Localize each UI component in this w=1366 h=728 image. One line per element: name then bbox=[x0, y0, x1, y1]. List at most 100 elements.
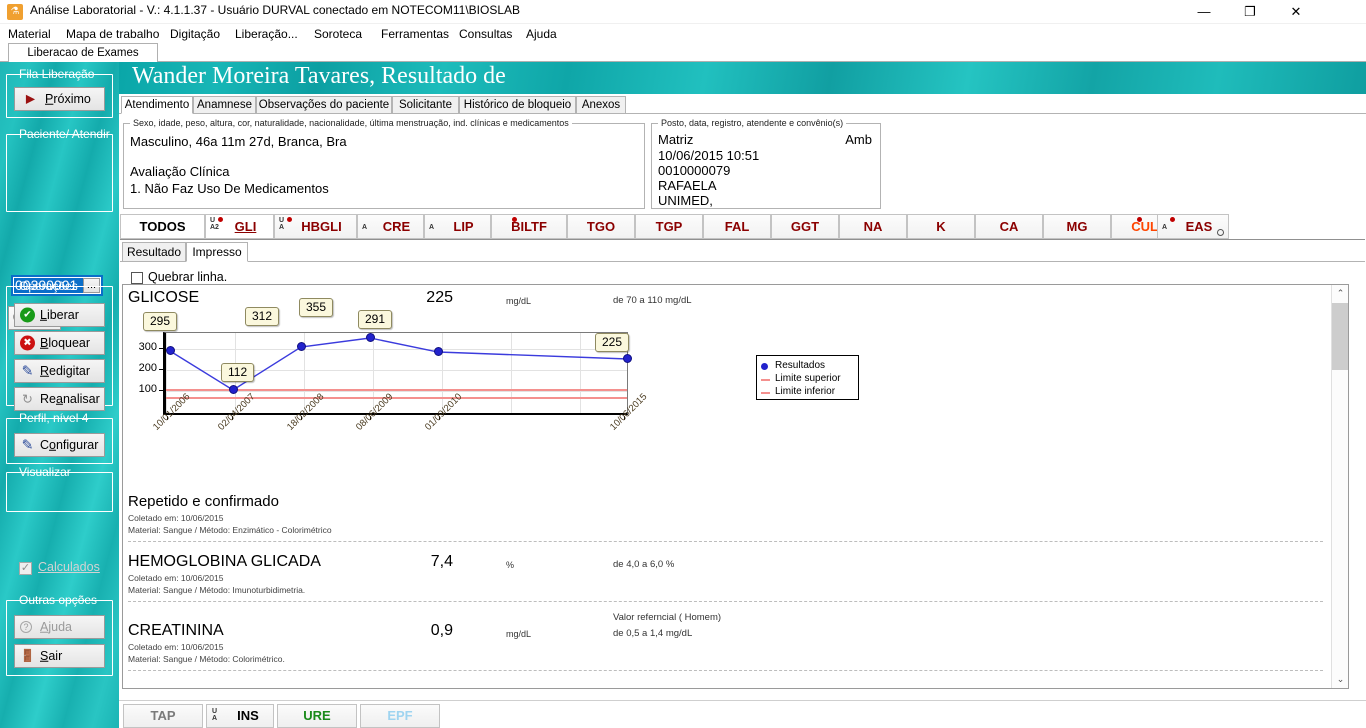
chart-legend: Resultados Limite superior Limite inferi… bbox=[756, 355, 859, 400]
exam-tab-biltf[interactable]: BILTF bbox=[491, 214, 567, 239]
liberar-button[interactable]: ✔ Liberar bbox=[14, 303, 105, 327]
patient-tab-solicitante[interactable]: Solicitante bbox=[392, 96, 459, 114]
ajuda-button-label: Ajuda bbox=[40, 619, 72, 634]
exam-tab-todos[interactable]: TODOS bbox=[120, 214, 205, 239]
proximo-button[interactable]: ▶ Próximo bbox=[14, 87, 105, 111]
sair-button-label: Sair bbox=[40, 648, 63, 663]
exam-tab-fal[interactable]: FAL bbox=[703, 214, 771, 239]
patient-tab-bar: Atendimento Anamnese Observações do pacien… bbox=[119, 96, 1366, 114]
page-title: Wander Moreira Tavares, Resultado de bbox=[132, 63, 506, 89]
chart-callout-2: 312 bbox=[245, 307, 280, 326]
menu-item-material[interactable]: Material bbox=[4, 26, 55, 42]
info-left-line-3: 1. Não Faz Uso De Medicamentos bbox=[130, 181, 329, 196]
calculados-checkbox[interactable]: ✓ bbox=[19, 562, 32, 575]
exam-tab-gli[interactable]: U A2 GLI bbox=[205, 214, 274, 239]
exam-tab-k[interactable]: K bbox=[907, 214, 975, 239]
legend-marker-dot-icon bbox=[761, 363, 768, 370]
result-collected-glicose: Coletado em: 10/06/2015 bbox=[128, 513, 224, 523]
exam-tab-eas[interactable]: A EAS bbox=[1157, 214, 1229, 239]
result-collected-creatinina: Coletado em: 10/06/2015 bbox=[128, 642, 224, 652]
reanalisar-button[interactable]: ↻ Reanalisar bbox=[14, 387, 105, 411]
exam-tab-cre[interactable]: A CRE bbox=[357, 214, 424, 239]
minimize-button[interactable]: — bbox=[1181, 0, 1227, 24]
exam-tab-lip[interactable]: A LIP bbox=[424, 214, 491, 239]
quebrar-linha-checkbox[interactable] bbox=[131, 272, 143, 284]
exam-tab-mg[interactable]: MG bbox=[1043, 214, 1111, 239]
exam-tab-tgp[interactable]: TGP bbox=[635, 214, 703, 239]
scroll-down-arrow-icon[interactable]: ⌄ bbox=[1332, 671, 1348, 688]
menu-item-consultas[interactable]: Consultas bbox=[455, 26, 516, 42]
exam-tab-hbgli[interactable]: U A HBGLI bbox=[274, 214, 357, 239]
result-note-glicose: Repetido e confirmado bbox=[128, 493, 279, 510]
menu-item-soroteca[interactable]: Soroteca bbox=[310, 26, 366, 42]
patient-tab-atendimento[interactable]: Atendimento bbox=[121, 96, 193, 114]
exam-tab-label: HBGLI bbox=[301, 219, 342, 234]
menu-item-libera-o[interactable]: Liberação... bbox=[231, 26, 302, 42]
patient-tab-observa-es-do-paciente[interactable]: Observações do paciente bbox=[256, 96, 392, 114]
result-name-glicose: GLICOSE bbox=[128, 289, 200, 306]
close-button[interactable]: ✕ bbox=[1273, 0, 1319, 24]
menu-item-ajuda[interactable]: Ajuda bbox=[522, 26, 561, 42]
chart-callout-3: 355 bbox=[299, 298, 334, 317]
patient-tab-anamnese[interactable]: Anamnese bbox=[193, 96, 256, 114]
bottom-exam-tab-ure[interactable]: URE bbox=[277, 704, 357, 728]
result-value-glicose: 225 bbox=[426, 289, 453, 306]
configurar-button[interactable]: ✎ Configurar bbox=[14, 433, 105, 457]
y-tick-100: 100 bbox=[138, 383, 157, 395]
patient-tab-hist-rico-de-bloqueio[interactable]: Histórico de bloqueio bbox=[459, 96, 576, 114]
scrollbar-thumb[interactable] bbox=[1332, 303, 1348, 370]
result-ref-heading-creatinina: Valor referncial ( Homem) bbox=[613, 612, 722, 623]
bottom-exam-tab-tap[interactable]: TAP bbox=[123, 704, 203, 728]
exam-tab-ca[interactable]: CA bbox=[975, 214, 1043, 239]
exam-tab-label: MG bbox=[1066, 219, 1088, 234]
pending-circle-icon bbox=[1217, 229, 1224, 236]
exam-tab-ggt[interactable]: GGT bbox=[771, 214, 839, 239]
legend-row-limite-inferior: Limite inferior bbox=[761, 386, 856, 398]
result-value-hbglicada: 7,4 bbox=[430, 553, 453, 570]
bottom-exam-tab-epf[interactable]: EPF bbox=[360, 704, 440, 728]
menu-item-mapa-de-trabalho[interactable]: Mapa de trabalho bbox=[62, 26, 163, 42]
bloquear-button-label: Bloquear bbox=[40, 335, 91, 350]
mdi-tab-strip: Liberacao de Exames bbox=[0, 43, 1366, 62]
exam-tab-label: CA bbox=[999, 219, 1019, 234]
chart-point-1 bbox=[229, 385, 238, 394]
liberar-button-label: Liberar bbox=[40, 307, 79, 322]
patient-tab-anexos[interactable]: Anexos bbox=[576, 96, 626, 114]
result-reference-creatinina: de 0,5 a 1,4 mg/dL bbox=[613, 628, 693, 639]
result-tab-resultado[interactable]: Resultado bbox=[122, 242, 186, 262]
bottom-exam-tab-label: EPF bbox=[387, 708, 413, 723]
results-panel: GLICOSE 225 mg/dL de 70 a 110 mg/dL co G… bbox=[122, 284, 1349, 689]
proximo-button-label: Próximo bbox=[45, 91, 91, 106]
sair-button[interactable]: 🚪 Sair bbox=[14, 644, 105, 668]
result-material-glicose: Material: Sangue / Método: Enzimático - … bbox=[128, 525, 332, 535]
redigitar-button[interactable]: ✎ Redigitar bbox=[14, 359, 105, 383]
exam-tab-label: GLI bbox=[234, 219, 257, 234]
menu-item-digita-o[interactable]: Digitação bbox=[166, 26, 224, 42]
scroll-up-arrow-icon[interactable]: ⌃ bbox=[1332, 285, 1348, 302]
result-unit-glicose: mg/dL bbox=[506, 296, 532, 306]
chart-callout-4: 291 bbox=[358, 310, 393, 329]
y-tick-300: 300 bbox=[138, 341, 157, 353]
bloquear-button[interactable]: ✖ Bloquear bbox=[14, 331, 105, 355]
window-title: Análise Laboratorial - V.: 4.1.1.37 - Us… bbox=[30, 3, 521, 17]
menu-item-ferramentas[interactable]: Ferramentas bbox=[377, 26, 453, 42]
y-tick-200: 200 bbox=[138, 362, 157, 374]
configurar-button-label: Configurar bbox=[40, 437, 99, 452]
ua-marker-icon: A bbox=[1162, 224, 1168, 231]
exam-tab-tgo[interactable]: TGO bbox=[567, 214, 635, 239]
exam-tab-bar: TODOS U A2 GLI U A HBGLI A CRE A LIP BILTF TGO TGP F… bbox=[120, 214, 1365, 240]
result-value-creatinina: 0,9 bbox=[430, 622, 453, 639]
group-paciente-atendimento: Paciente/ Atendir bbox=[6, 127, 113, 212]
bottom-exam-tab-label: TAP bbox=[150, 708, 176, 723]
chart-point-3 bbox=[366, 333, 375, 342]
result-tab-impresso[interactable]: Impresso bbox=[186, 242, 248, 262]
exam-tab-label: K bbox=[936, 219, 946, 234]
ajuda-button[interactable]: ? Ajuda bbox=[14, 615, 105, 639]
redigitar-button-label: Redigitar bbox=[40, 363, 91, 378]
result-unit-hbglicada: % bbox=[506, 560, 515, 570]
results-scrollbar[interactable]: ⌃ ⌄ bbox=[1331, 285, 1348, 688]
maximize-button[interactable]: ❐ bbox=[1227, 0, 1273, 24]
exam-tab-na[interactable]: NA bbox=[839, 214, 907, 239]
mdi-tab-liberacao-de-exames[interactable]: Liberacao de Exames bbox=[8, 43, 158, 62]
bottom-exam-tab-ins[interactable]: U A INS bbox=[206, 704, 274, 728]
